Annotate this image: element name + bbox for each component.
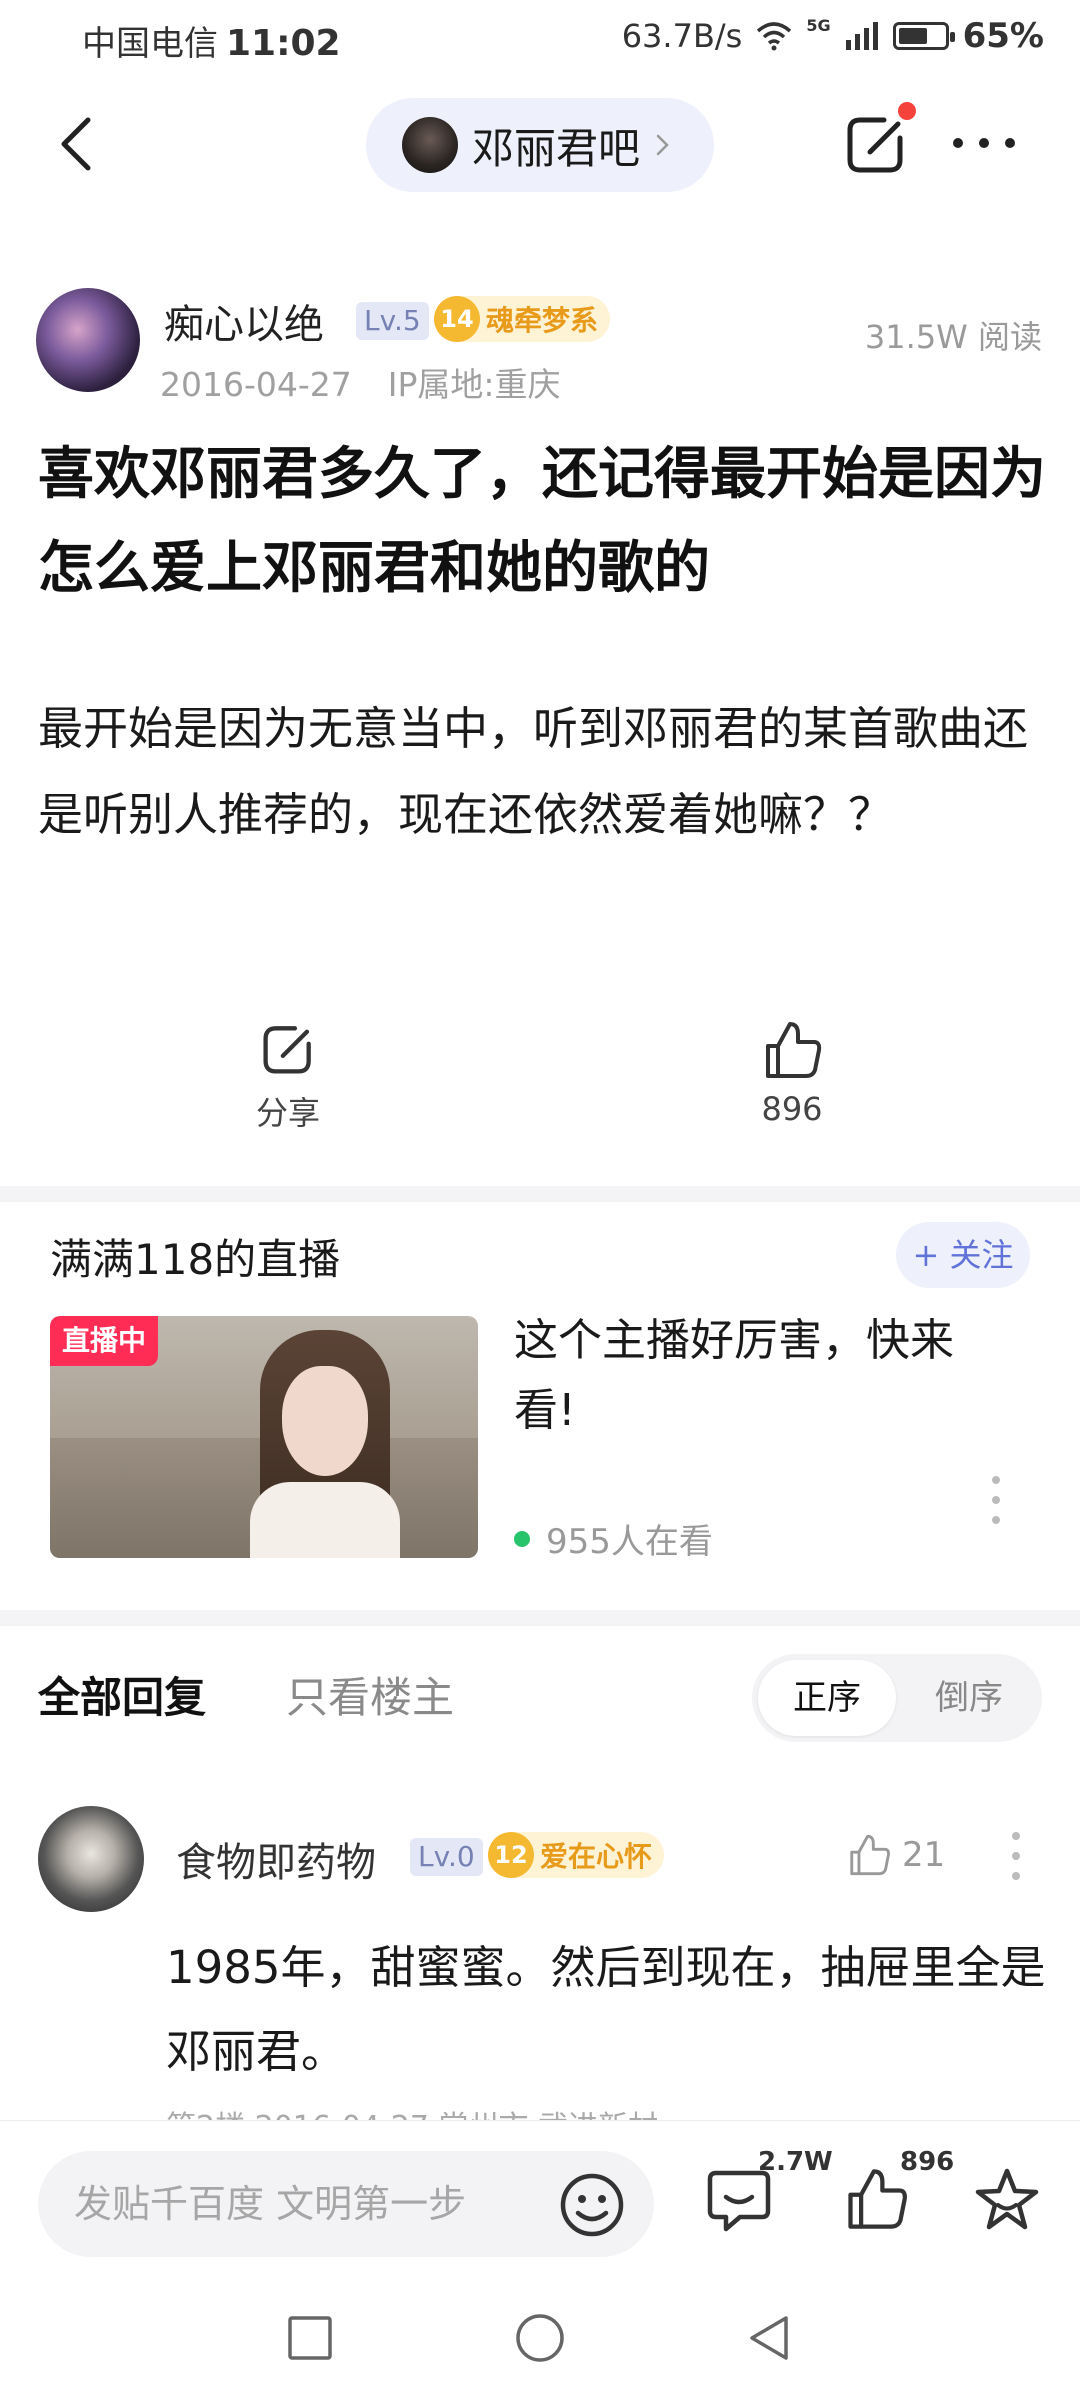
- read-count: 31.5W 阅读: [864, 318, 1042, 356]
- reply-like-button[interactable]: 21: [846, 1832, 945, 1878]
- emoji-icon[interactable]: [558, 2171, 626, 2239]
- section-divider: [0, 1186, 1080, 1202]
- reply-level-badge: Lv.0: [410, 1838, 483, 1876]
- status-right: 63.7B/s 5G 65%: [622, 16, 1044, 56]
- section-divider: [0, 1610, 1080, 1626]
- thumbs-up-icon: [850, 1834, 890, 1876]
- forum-link[interactable]: 邓丽君吧: [366, 98, 714, 192]
- viewer-count: 955人在看: [546, 1522, 713, 1562]
- author-name[interactable]: 痴心以绝: [164, 292, 324, 350]
- live-badge: 直播中: [50, 1316, 159, 1366]
- fan-level: 14: [434, 296, 480, 342]
- edit-share-icon[interactable]: [840, 108, 912, 180]
- live-indicator-dot: [514, 1530, 530, 1547]
- post-title: 喜欢邓丽君多久了，还记得最开始是因为怎么爱上邓丽君和她的歌的: [38, 442, 1046, 601]
- comment-count: 2.7W: [758, 2147, 833, 2177]
- post-meta: 2016-04-27 IP属地:重庆: [160, 358, 561, 406]
- bottom-bar: 2.7W 896: [0, 2120, 1080, 2284]
- network-speed: 63.7B/s: [621, 17, 743, 55]
- live-description[interactable]: 这个主播好厉害，快来看!: [514, 1306, 1004, 1446]
- back-arrow-icon[interactable]: [48, 112, 108, 176]
- more-vertical-icon[interactable]: [1008, 1830, 1024, 1882]
- sort-toggle: 正序 倒序: [752, 1654, 1042, 1742]
- author-avatar[interactable]: [36, 288, 140, 392]
- wifi-icon: [757, 22, 792, 51]
- like-button[interactable]: 896: [722, 1018, 862, 1128]
- fan-badge: 14 魂牵梦系: [434, 296, 611, 342]
- forum-avatar: [402, 117, 458, 173]
- thumb-face: [282, 1366, 368, 1476]
- like-count-badge: 896: [900, 2147, 955, 2177]
- compose-box[interactable]: [38, 2151, 654, 2257]
- post-body: 最开始是因为无意当中，听到邓丽君的某首歌曲还是听别人推荐的，现在还依然爱着她嘛？…: [38, 702, 1029, 841]
- star-favorite-icon[interactable]: [972, 2165, 1042, 2235]
- reply-fan-level: 12: [488, 1832, 534, 1878]
- status-left: 中国电信 11:02: [82, 16, 341, 65]
- top-nav: 邓丽君吧: [0, 90, 1080, 200]
- post-date: 2016-04-27: [160, 365, 352, 404]
- chevron-right-icon: [656, 134, 669, 156]
- recent-apps-icon[interactable]: [286, 2312, 334, 2364]
- battery-percent: 65%: [962, 16, 1044, 56]
- carrier-name: 中国电信: [82, 24, 218, 64]
- level-badge: Lv.5: [356, 302, 429, 340]
- reply-fan-title: 爱在心怀: [540, 1840, 653, 1873]
- reply-fan-badge: 12 爱在心怀: [488, 1832, 665, 1878]
- share-button[interactable]: 分享: [218, 1018, 358, 1134]
- clock: 11:02: [226, 23, 341, 64]
- back-triangle-icon[interactable]: [744, 2312, 792, 2364]
- reply-username[interactable]: 食物即药物: [176, 1830, 376, 1888]
- like-count: 896: [761, 1090, 823, 1128]
- home-icon[interactable]: [514, 2312, 566, 2364]
- reply-like-count: 21: [902, 1835, 946, 1875]
- signal-icon: [845, 22, 878, 50]
- notification-dot: [898, 102, 916, 120]
- thumbs-up-icon: [766, 1022, 822, 1078]
- network-type: 5G: [806, 16, 831, 35]
- ip-location: IP属地:重庆: [387, 365, 561, 404]
- tab-op-only[interactable]: 只看楼主: [286, 1664, 454, 1725]
- follow-button[interactable]: + 关注: [896, 1222, 1030, 1288]
- system-nav-bar: [0, 2284, 1080, 2400]
- sort-descending[interactable]: 倒序: [902, 1660, 1036, 1736]
- more-vertical-icon[interactable]: [988, 1474, 1004, 1526]
- live-title[interactable]: 满满118的直播: [50, 1226, 340, 1287]
- reply-text: 1985年，甜蜜蜜。然后到现在，抽屉里全是邓丽君。: [166, 1941, 1046, 2078]
- share-label: 分享: [255, 1094, 320, 1132]
- reply-avatar[interactable]: [38, 1806, 144, 1912]
- fan-title: 魂牵梦系: [486, 304, 599, 337]
- live-viewers: 955人在看: [514, 1514, 713, 1563]
- more-dots-icon[interactable]: [948, 128, 1020, 158]
- thumb-top: [250, 1482, 400, 1558]
- compose-input[interactable]: [74, 2177, 554, 2231]
- battery-icon: [892, 22, 955, 50]
- sort-ascending[interactable]: 正序: [758, 1660, 896, 1736]
- live-thumbnail[interactable]: 直播中: [50, 1316, 478, 1558]
- status-bar: 中国电信 11:02 63.7B/s 5G 65%: [0, 0, 1080, 76]
- share-icon: [263, 1026, 311, 1074]
- tab-all-replies[interactable]: 全部回复: [38, 1664, 206, 1725]
- forum-name: 邓丽君吧: [472, 123, 641, 173]
